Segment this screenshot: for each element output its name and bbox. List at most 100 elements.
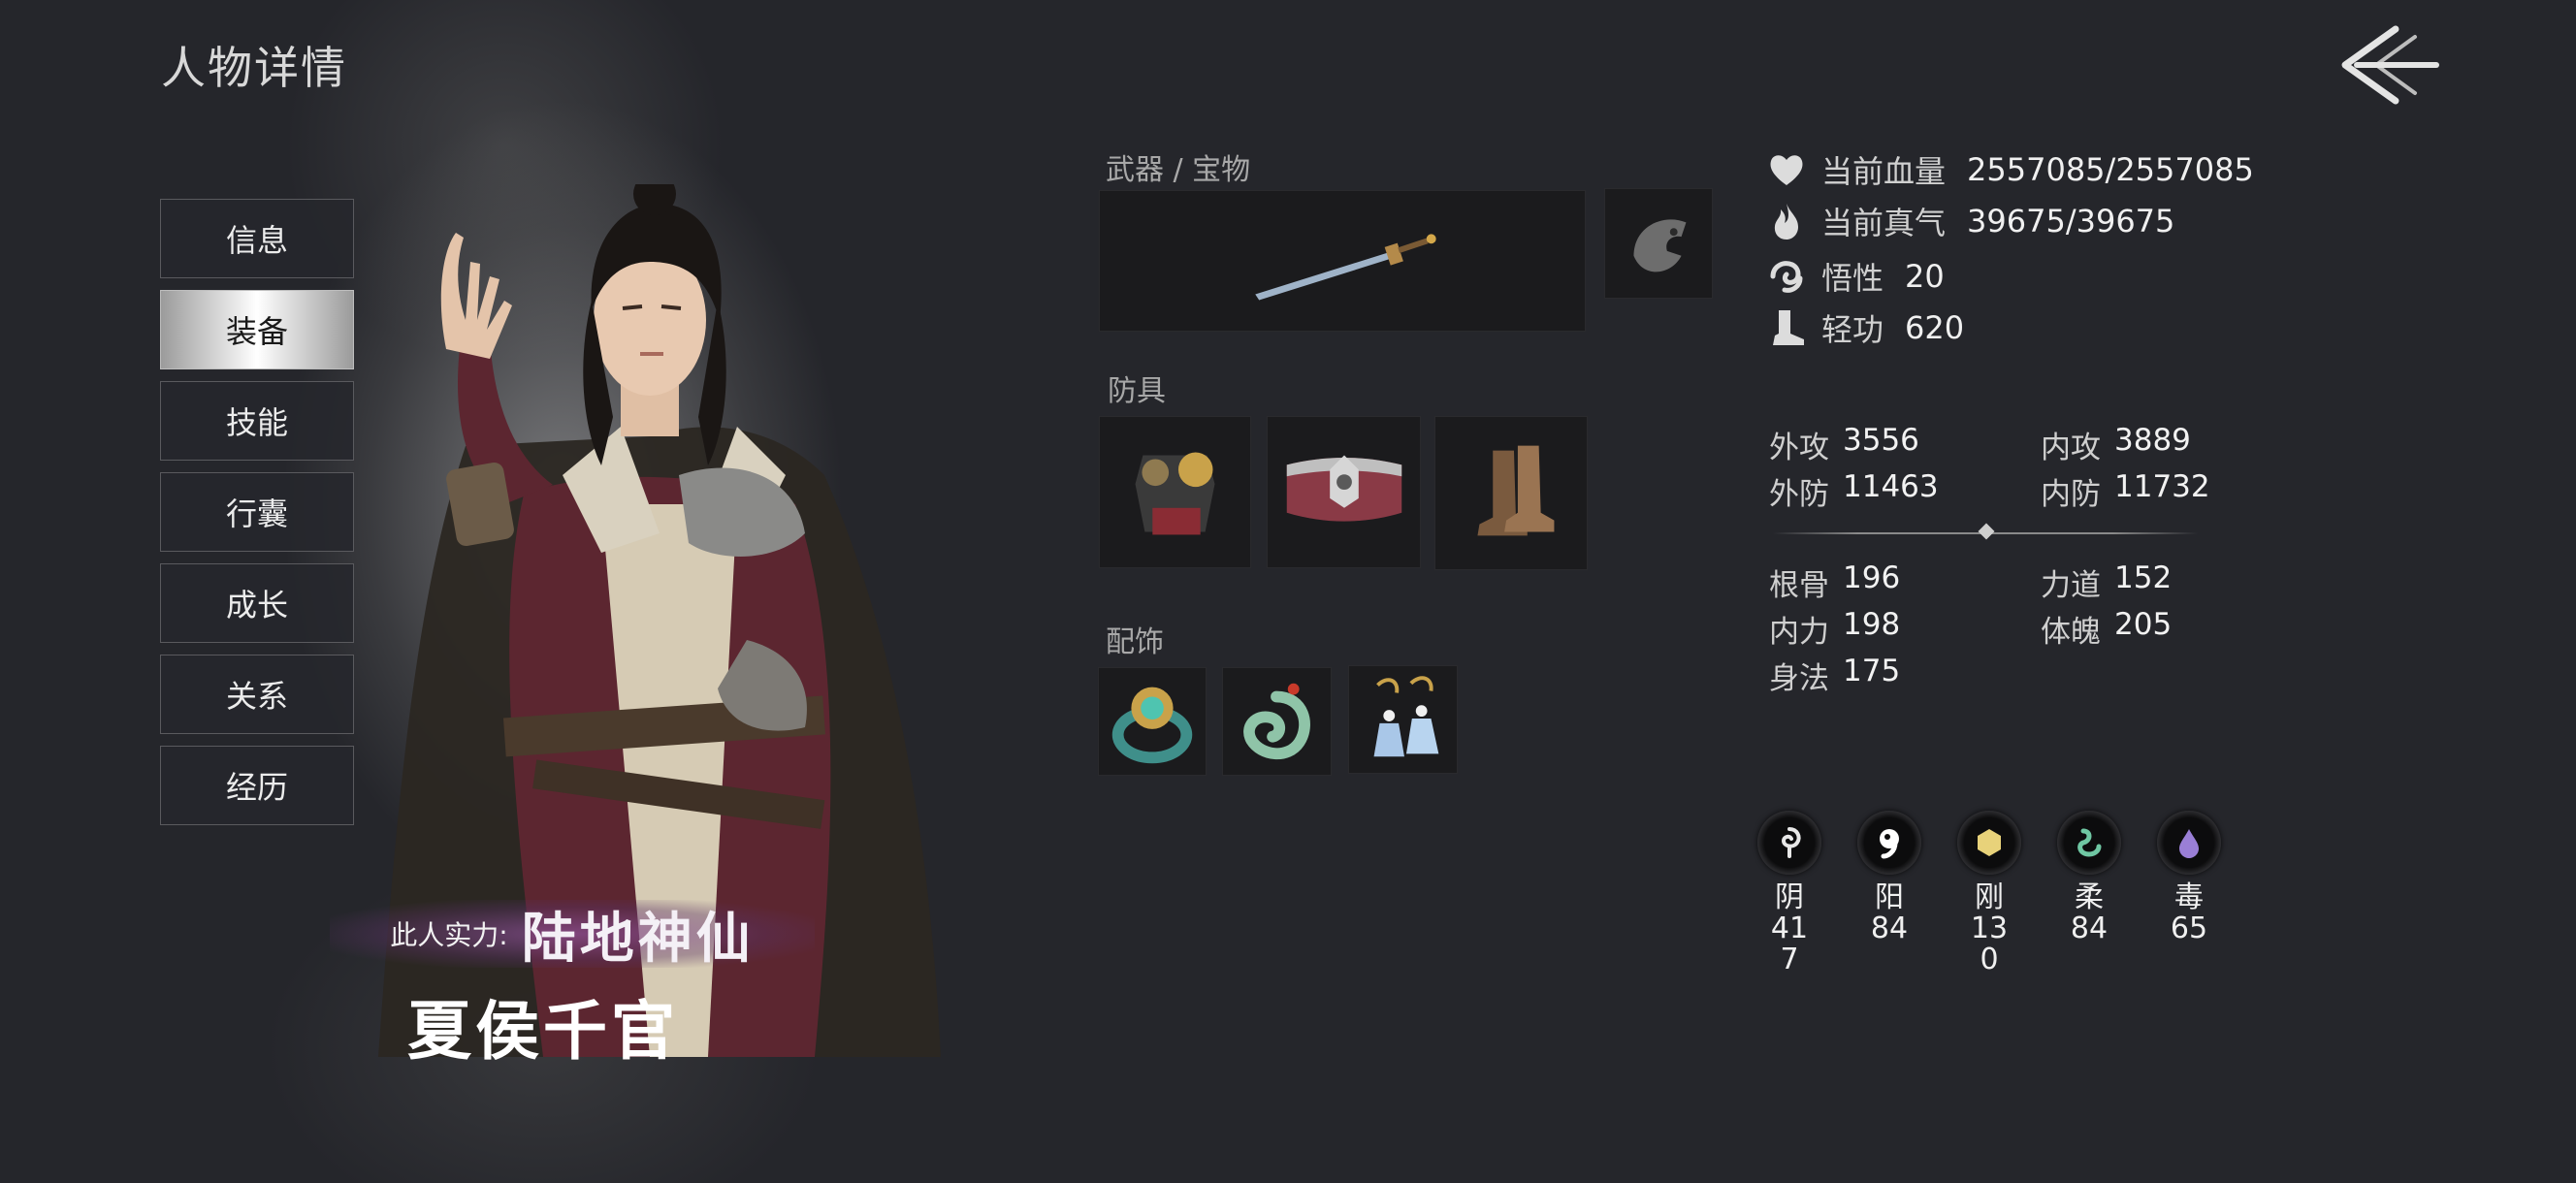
- stat-label: 内防: [2041, 477, 2101, 512]
- power-banner: 此人实力: 陆地神仙: [330, 900, 815, 971]
- stat-label: 内攻: [2041, 431, 2101, 465]
- element-poison[interactable]: 毒 65: [2155, 811, 2223, 944]
- accessory-slot-pendant[interactable]: [1222, 667, 1332, 776]
- stat-inner-power: 内力 198: [1769, 607, 1900, 651]
- element-name: 阳: [1875, 880, 1904, 914]
- stat-outer-defense: 外防 11463: [1769, 469, 1939, 513]
- stat-value: 175: [1843, 654, 1901, 688]
- boot-icon: [1773, 310, 1804, 345]
- weapon-slot[interactable]: [1099, 190, 1586, 332]
- stat-label: 外防: [1769, 477, 1829, 512]
- stat-outer-attack: 外攻 3556: [1769, 423, 1919, 466]
- stat-bone: 根骨 196: [1769, 560, 1900, 604]
- element-value: 65: [2170, 911, 2208, 945]
- chest-armor-icon: [1135, 452, 1215, 535]
- stat-label: 根骨: [1769, 568, 1829, 603]
- fish-token-icon: [1633, 219, 1687, 272]
- accessory-slot-earrings[interactable]: [1348, 665, 1458, 774]
- divider-diamond: [1978, 523, 1995, 540]
- element-value: 84: [2070, 911, 2109, 945]
- stat-label: 轻功: [1821, 311, 1884, 348]
- element-yin[interactable]: 阴 417: [1755, 811, 1823, 975]
- hard-icon: [1957, 811, 2021, 875]
- tab-skills[interactable]: 技能: [160, 381, 354, 461]
- tab-label: 行囊: [225, 496, 288, 532]
- stat-value: 11732: [2114, 469, 2210, 504]
- weapon-section-label: 武器 / 宝物: [1106, 153, 1251, 187]
- element-name: 阴: [1775, 880, 1804, 914]
- power-value: 陆地神仙: [521, 906, 755, 971]
- back-arrow-icon: [2341, 25, 2439, 105]
- sword-icon: [1255, 234, 1436, 301]
- stat-label: 悟性: [1821, 260, 1884, 297]
- element-name: 毒: [2174, 880, 2204, 914]
- back-button[interactable]: [2328, 21, 2444, 109]
- stat-value: 2557085/2557085: [1967, 151, 2254, 188]
- stat-agility: 身法 175: [1769, 654, 1900, 697]
- tab-label: 成长: [225, 587, 288, 623]
- tab-label: 经历: [225, 769, 288, 806]
- armor-slot-boots[interactable]: [1434, 416, 1588, 570]
- stat-qi: 当前真气 39675/39675: [1765, 199, 2174, 243]
- stat-label: 体魄: [2041, 615, 2101, 650]
- belt-icon: [1286, 455, 1402, 522]
- stat-lightness: 轻功 620: [1765, 305, 1964, 350]
- page-title: 人物详情: [161, 42, 347, 94]
- element-yang[interactable]: 阳 84: [1855, 811, 1923, 944]
- swirl-icon: [1770, 261, 1803, 293]
- element-soft[interactable]: 柔 84: [2055, 811, 2123, 944]
- tab-label: 装备: [225, 313, 288, 350]
- armor-slot-chest[interactable]: [1099, 416, 1251, 568]
- jade-dragon-pendant-icon: [1243, 683, 1310, 760]
- stat-hp: 当前血量 2557085/2557085: [1765, 147, 2254, 192]
- stat-strength: 力道 152: [2041, 560, 2172, 604]
- armor-slot-belt[interactable]: [1267, 416, 1421, 568]
- accessory-section-label: 配饰: [1106, 625, 1164, 659]
- armor-section-label: 防具: [1108, 374, 1166, 408]
- element-name: 刚: [1975, 880, 2004, 914]
- flame-icon: [1774, 204, 1798, 240]
- stat-value: 620: [1905, 309, 1965, 346]
- heart-icon: [1770, 155, 1803, 185]
- yang-icon: [1857, 811, 1921, 875]
- stat-label: 当前真气: [1821, 205, 1947, 241]
- tab-growth[interactable]: 成长: [160, 563, 354, 643]
- stat-label: 身法: [1769, 661, 1829, 696]
- stat-value: 39675/39675: [1967, 203, 2175, 240]
- element-hard[interactable]: 刚 130: [1955, 811, 2023, 975]
- stat-label: 外攻: [1769, 431, 1829, 465]
- element-value: 84: [1870, 911, 1909, 945]
- tab-relations[interactable]: 关系: [160, 655, 354, 734]
- element-value: 417: [1770, 911, 1809, 976]
- tab-inventory[interactable]: 行囊: [160, 472, 354, 552]
- tab-label: 技能: [225, 404, 288, 441]
- stat-inner-defense: 内防 11732: [2041, 469, 2210, 513]
- power-label: 此人实力:: [390, 919, 508, 951]
- stat-physique: 体魄 205: [2041, 607, 2172, 651]
- tab-equipment[interactable]: 装备: [160, 290, 354, 369]
- element-value: 130: [1970, 911, 2009, 976]
- stat-inner-attack: 内攻 3889: [2041, 423, 2191, 466]
- tab-info[interactable]: 信息: [160, 199, 354, 278]
- stat-value: 3889: [2114, 423, 2191, 458]
- stat-label: 内力: [1769, 615, 1829, 650]
- stat-value: 198: [1843, 607, 1901, 642]
- stat-value: 152: [2114, 560, 2173, 595]
- stat-value: 205: [2114, 607, 2173, 642]
- tab-label: 关系: [225, 678, 288, 715]
- element-name: 柔: [2075, 880, 2104, 914]
- stat-value: 11463: [1843, 469, 1939, 504]
- soft-icon: [2057, 811, 2121, 875]
- stat-value: 20: [1905, 258, 1945, 295]
- poison-icon: [2157, 811, 2221, 875]
- stat-value: 3556: [1843, 423, 1919, 458]
- jade-ring-icon: [1111, 687, 1193, 764]
- tab-label: 信息: [225, 222, 288, 259]
- accessory-slot-ring[interactable]: [1098, 667, 1207, 776]
- character-name: 夏侯千官: [407, 993, 679, 1069]
- boots-icon: [1477, 445, 1555, 536]
- treasure-slot[interactable]: [1604, 188, 1713, 299]
- stat-label: 当前血量: [1821, 153, 1947, 190]
- stat-label: 力道: [2041, 568, 2101, 603]
- tab-history[interactable]: 经历: [160, 746, 354, 825]
